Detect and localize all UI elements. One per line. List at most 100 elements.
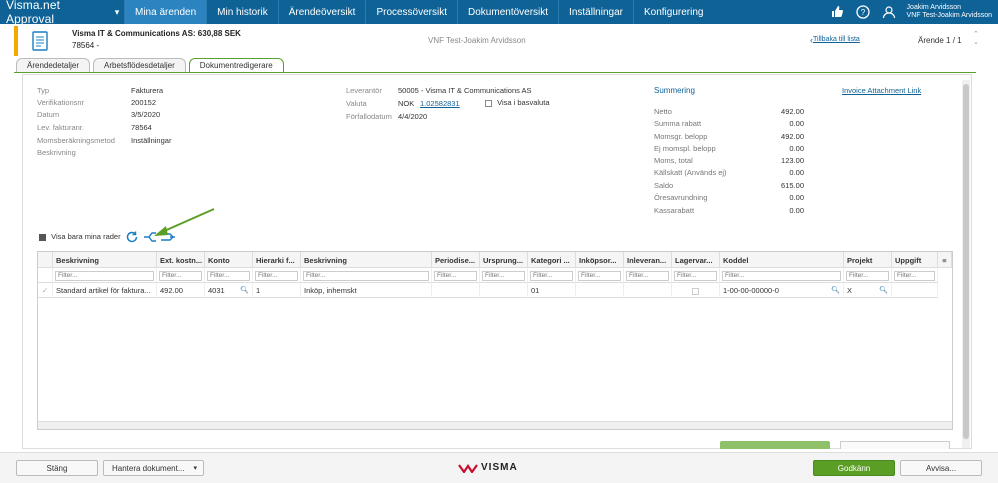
filter-input-beskrivning[interactable]: [55, 270, 154, 281]
col-header-ext-kostn[interactable]: Ext. kostn...: [157, 252, 205, 268]
summary-row: Kassarabatt 0.00: [654, 206, 804, 215]
manage-documents-button[interactable]: Hantera dokument... ▾: [103, 460, 204, 476]
hidden-action-button[interactable]: [720, 441, 830, 449]
filter-input-kategori[interactable]: [530, 270, 573, 281]
col-header-beskrivning[interactable]: Beskrivning: [53, 252, 157, 268]
back-to-list-link[interactable]: Tillbaka till lista: [813, 36, 860, 43]
col-header-uppgift[interactable]: Uppgift: [892, 252, 938, 268]
vat-method-label: Momsberäkningsmetod: [37, 136, 115, 145]
column-menu-icon[interactable]: ≡: [938, 252, 952, 268]
date-label: Datum: [37, 110, 60, 119]
table-cell[interactable]: [576, 283, 624, 298]
filter-input-inleverans[interactable]: [626, 270, 669, 281]
vertical-scrollbar[interactable]: [962, 80, 970, 448]
table-cell[interactable]: [892, 283, 938, 298]
only-my-rows-toggle[interactable]: Visa bara mina rader: [39, 232, 121, 241]
table-cell[interactable]: 1: [253, 283, 301, 298]
search-icon[interactable]: 🔍︎: [240, 286, 249, 294]
app-switcher-chevron-icon[interactable]: ▾: [110, 0, 124, 24]
stock-item-checkbox[interactable]: [692, 287, 699, 295]
chevron-up-icon[interactable]: ⌃: [973, 31, 979, 39]
col-header-hierarki[interactable]: Hierarki f...: [253, 252, 301, 268]
nav-item-processoversikt[interactable]: Processöversikt: [365, 0, 457, 24]
filter-cell: [480, 268, 528, 283]
svg-text:?: ?: [860, 8, 865, 17]
hidden-secondary-button[interactable]: [840, 441, 950, 449]
nav-item-min-historik[interactable]: Min historik: [206, 0, 278, 24]
help-icon[interactable]: ?: [855, 4, 871, 20]
reject-button[interactable]: Avvisa...: [900, 460, 982, 476]
table-cell[interactable]: 4031 🔍︎: [205, 283, 253, 298]
table-cell[interactable]: Inköp, inhemskt: [301, 283, 432, 298]
base-currency-checkbox[interactable]: [485, 99, 492, 107]
only-my-rows-checkbox[interactable]: [39, 233, 46, 241]
filter-cell: [844, 268, 892, 283]
table-cell[interactable]: 492.00: [157, 283, 205, 298]
filter-input-inkopsorder[interactable]: [578, 270, 621, 281]
table-cell[interactable]: 1-00-00-00000-0 🔍︎: [720, 283, 844, 298]
col-header-koddel[interactable]: Koddel: [720, 252, 844, 268]
nav-item-arendeoversikt[interactable]: Ärendeöversikt: [277, 0, 366, 24]
case-nav-arrows[interactable]: ⌃ ⌄: [973, 31, 979, 47]
table-cell[interactable]: Standard artikel för faktura...: [53, 283, 157, 298]
due-date-value: 4/4/2020: [398, 112, 428, 121]
col-header-periodisering[interactable]: Periodise...: [432, 252, 480, 268]
filter-input-ursprung[interactable]: [482, 270, 525, 281]
col-header-lagervara[interactable]: Lagervar...: [672, 252, 720, 268]
invoice-no-value: 78564: [131, 123, 152, 132]
nav-item-mina-arenden[interactable]: Mina ärenden: [124, 0, 207, 24]
filter-input-koddel[interactable]: [722, 270, 841, 281]
table-cell[interactable]: [432, 283, 480, 298]
currency-rate-link[interactable]: 1.02582831: [420, 99, 460, 108]
account-value: 4031: [208, 286, 225, 295]
filter-input-hierarki[interactable]: [255, 270, 298, 281]
case-subtitle: 78564 -: [72, 41, 100, 50]
summary-row: Momsgr. belopp 492.00: [654, 132, 804, 141]
tab-arendedetaljer[interactable]: Ärendedetaljer: [16, 58, 91, 72]
user-avatar-icon[interactable]: [881, 4, 897, 20]
close-button[interactable]: Stäng: [16, 460, 98, 476]
user-info[interactable]: Joakim Arvidsson VNF Test-Joakim Arvidss…: [907, 4, 992, 20]
refresh-icon[interactable]: [125, 230, 139, 247]
filter-input-periodisering[interactable]: [434, 270, 477, 281]
filter-input-lagervara[interactable]: [674, 270, 717, 281]
table-cell[interactable]: [672, 283, 720, 298]
thumbs-icon[interactable]: [829, 4, 845, 20]
table-cell[interactable]: [480, 283, 528, 298]
col-header-inkopsorder[interactable]: Inköpsor...: [576, 252, 624, 268]
tab-dokumentredigerare[interactable]: Dokumentredigerare: [188, 58, 284, 72]
filter-cell-blank: [38, 268, 53, 283]
filter-input-konto[interactable]: [207, 270, 250, 281]
table-cell[interactable]: 01: [528, 283, 576, 298]
chevron-down-icon[interactable]: ⌄: [973, 39, 979, 47]
nav-item-konfigurering[interactable]: Konfigurering: [632, 0, 713, 24]
filter-input-uppgift[interactable]: [894, 270, 935, 281]
col-header-kategori[interactable]: Kategori ...: [528, 252, 576, 268]
app-title[interactable]: Visma.net Approval: [0, 0, 110, 26]
invoice-attachment-link[interactable]: Invoice Attachment Link: [842, 86, 921, 95]
col-header-inleverans[interactable]: Inleveran...: [624, 252, 672, 268]
search-icon[interactable]: 🔍︎: [879, 286, 888, 294]
col-header-beskrivning-2[interactable]: Beskrivning: [301, 252, 432, 268]
filter-input-ext-kostn[interactable]: [159, 270, 202, 281]
table-cell[interactable]: [624, 283, 672, 298]
logo-text: VISMA: [481, 462, 518, 473]
tab-arbetsflodesdetaljer[interactable]: Arbetsflödesdetaljer: [93, 58, 186, 72]
filter-input-beskrivning-2[interactable]: [303, 270, 429, 281]
col-header-konto[interactable]: Konto: [205, 252, 253, 268]
type-label: Typ: [37, 86, 50, 95]
filter-input-projekt[interactable]: [846, 270, 889, 281]
row-select-check-icon[interactable]: ✓: [38, 283, 53, 298]
search-icon[interactable]: 🔍︎: [831, 286, 840, 294]
col-header-ursprung[interactable]: Ursprung...: [480, 252, 528, 268]
base-currency-checkbox-wrap[interactable]: Visa i basvaluta: [485, 98, 550, 107]
horizontal-scrollbar[interactable]: [38, 421, 952, 429]
nav-item-dokumentoversikt[interactable]: Dokumentöversikt: [457, 0, 558, 24]
nav-item-installningar[interactable]: Inställningar: [558, 0, 633, 24]
approve-button[interactable]: Godkänn: [813, 460, 895, 476]
col-header-projekt[interactable]: Projekt: [844, 252, 892, 268]
table-cell[interactable]: X 🔍︎: [844, 283, 892, 298]
filter-cell: [205, 268, 253, 283]
filter-cell: [53, 268, 157, 283]
currency-label: Valuta: [346, 99, 367, 108]
